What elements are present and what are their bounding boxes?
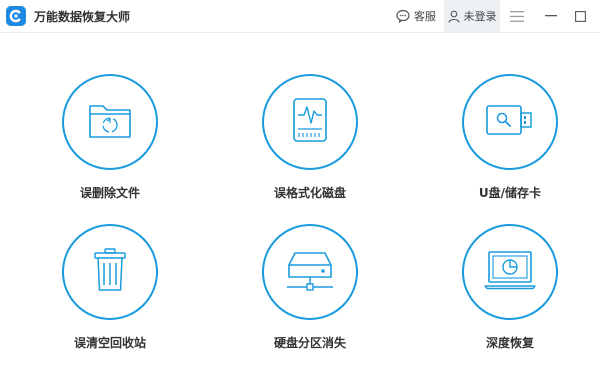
disk-pulse-icon [290,97,330,147]
app-logo-icon [6,6,26,26]
maximize-button[interactable] [572,0,588,32]
usb-drive-icon [485,104,535,140]
support-button[interactable]: 客服 [396,0,440,32]
hamburger-icon [510,10,524,22]
feature-circle [462,224,558,320]
feature-label: 深度恢复 [485,336,534,350]
feature-label: 误格式化磁盘 [273,186,346,200]
monitor-scan-icon [483,250,537,294]
app-title: 万能数据恢复大师 [34,10,131,24]
feature-circle [262,74,358,170]
app-window: 万能数据恢复大师 客服 未登录 误删除文件 误格式化磁盘 U盘/储存卡 误清空回… [0,0,600,375]
folder-recycle-icon [87,100,133,144]
feature-label: 误清空回收站 [73,336,146,350]
feature-deleted-files[interactable]: 误删除文件 [58,74,168,204]
feature-label: 硬盘分区消失 [273,336,346,350]
feature-circle [262,224,358,320]
feature-formatted-disk[interactable]: 误格式化磁盘 [258,74,368,204]
minimize-icon [545,15,557,17]
menu-button[interactable] [507,0,527,32]
feature-label: U盘/储存卡 [478,186,542,200]
feature-circle [62,74,158,170]
feature-circle [462,74,558,170]
login-button[interactable]: 未登录 [444,0,500,32]
feature-recycle-bin[interactable]: 误清空回收站 [58,224,168,354]
chat-bubble-icon [396,9,410,23]
feature-lost-partition[interactable]: 硬盘分区消失 [258,224,368,354]
minimize-button[interactable] [542,0,560,32]
support-label: 客服 [414,10,436,23]
user-icon [447,10,460,23]
feature-usb-card[interactable]: U盘/储存卡 [458,74,568,204]
feature-deep-recovery[interactable]: 深度恢复 [458,224,568,354]
login-label: 未登录 [463,10,497,23]
feature-label: 误删除文件 [79,186,140,200]
maximize-icon [574,10,586,22]
trash-bin-icon [93,247,127,297]
title-bar: 万能数据恢复大师 客服 未登录 [0,0,600,33]
network-drive-icon [283,247,337,297]
feature-circle [62,224,158,320]
